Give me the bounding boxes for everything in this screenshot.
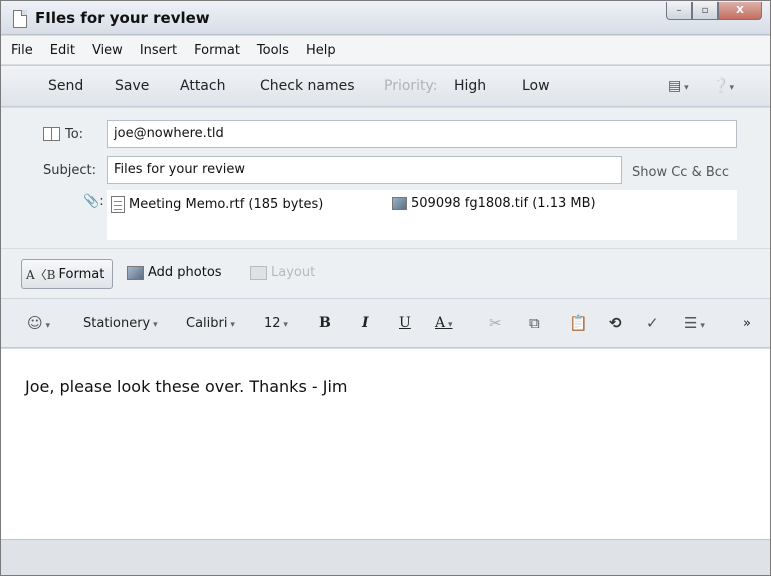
font-color-button[interactable]: A ▾ <box>435 315 453 331</box>
layout-button[interactable]: Layout <box>250 265 315 280</box>
address-book-icon[interactable] <box>43 127 60 141</box>
font-size-dropdown[interactable]: 12 ▾ <box>264 316 288 331</box>
emoticon-icon[interactable]: ☺ ▾ <box>27 314 50 332</box>
font-label: Calibri <box>186 316 228 331</box>
subject-label: Subject: <box>43 163 96 178</box>
help-icon[interactable]: ❔▾ <box>712 78 734 94</box>
document-icon <box>13 10 27 28</box>
undo-icon[interactable]: ⟲ <box>609 314 622 332</box>
attachment-name: 509098 fg1808.tif (1.13 MB) <box>411 196 596 211</box>
menu-tools[interactable]: Tools <box>257 43 289 58</box>
font-color-label: A <box>435 315 446 331</box>
show-cc-bcc-link[interactable]: Show Cc & Bcc <box>632 165 729 180</box>
underline-button[interactable]: U <box>399 315 411 331</box>
bold-button[interactable]: B <box>319 315 331 331</box>
status-bar <box>1 539 770 575</box>
minimize-button[interactable]: – <box>666 2 692 20</box>
to-field[interactable]: joe@nowhere.tld <box>107 120 737 148</box>
attachment-item[interactable]: 509098 fg1808.tif (1.13 MB) <box>392 196 596 211</box>
menu-format[interactable]: Format <box>194 43 240 58</box>
window-controls: – ▫ X <box>666 2 762 20</box>
menu-file[interactable]: File <box>11 43 33 58</box>
compose-window: FIles for your revlew – ▫ X File Edit Vi… <box>0 0 771 576</box>
stationery-label: Stationery <box>83 316 151 331</box>
format-button[interactable]: A〈B Format <box>21 259 113 289</box>
attachment-item[interactable]: Meeting Memo.rtf (185 bytes) <box>111 196 323 213</box>
priority-high-button[interactable]: High <box>454 78 486 94</box>
add-photos-button[interactable]: Add photos <box>127 265 222 280</box>
font-size-label: 12 <box>264 316 281 331</box>
add-photos-label: Add photos <box>148 265 222 280</box>
check-names-button[interactable]: Check names <box>260 78 355 94</box>
more-options-button[interactable]: » <box>743 316 751 331</box>
attachments-area: Meeting Memo.rtf (185 bytes) 509098 fg18… <box>107 190 737 240</box>
priority-label: Priority: <box>384 78 438 94</box>
window-title: FIles for your revlew <box>35 9 210 27</box>
send-button[interactable]: Send <box>48 78 83 94</box>
attachment-name: Meeting Memo.rtf (185 bytes) <box>129 197 324 212</box>
attach-button[interactable]: Attach <box>180 78 225 94</box>
image-icon <box>392 197 407 210</box>
photos-icon <box>127 265 144 280</box>
document-icon <box>111 196 125 213</box>
layout-icon <box>250 265 267 280</box>
font-dropdown[interactable]: Calibri ▾ <box>186 316 235 331</box>
menu-edit[interactable]: Edit <box>50 43 75 58</box>
message-body-area[interactable]: Joe, please look these over. Thanks - Ji… <box>1 349 770 539</box>
to-label: To: <box>65 127 84 142</box>
paperclip-icon: 📎: <box>83 194 104 209</box>
close-button[interactable]: X <box>718 2 762 20</box>
maximize-button[interactable]: ▫ <box>692 2 718 20</box>
message-body-text[interactable]: Joe, please look these over. Thanks - Ji… <box>25 377 347 396</box>
menu-view[interactable]: View <box>92 43 123 58</box>
spelling-icon[interactable]: ✓ <box>646 314 659 332</box>
menu-bar: File Edit View Insert Format Tools Help <box>1 36 770 64</box>
stationery-dropdown[interactable]: Stationery ▾ <box>83 316 158 331</box>
menu-insert[interactable]: Insert <box>140 43 177 58</box>
compose-tools-row: A〈B Format Add photos Layout <box>1 248 770 298</box>
save-button[interactable]: Save <box>115 78 149 94</box>
attachments-label: : <box>99 194 104 209</box>
title-bar: FIles for your revlew – ▫ X <box>1 1 770 35</box>
formatting-toolbar: ☺ ▾ Stationery ▾ Calibri ▾ 12 ▾ B I U A … <box>1 298 770 348</box>
italic-button[interactable]: I <box>362 315 369 331</box>
format-icon: A〈B <box>26 267 56 282</box>
subject-field[interactable]: Files for your review <box>107 156 622 184</box>
list-icon[interactable]: ☰ ▾ <box>684 314 705 332</box>
copy-icon[interactable]: ⧉ <box>529 314 540 332</box>
priority-low-button[interactable]: Low <box>522 78 550 94</box>
paste-icon[interactable]: 📋 <box>569 314 588 332</box>
menu-help[interactable]: Help <box>306 43 336 58</box>
compose-toolbar: Send Save Attach Check names Priority: H… <box>1 65 770 107</box>
format-label: Format <box>58 266 105 282</box>
view-options-icon[interactable]: ▤ ▾ <box>668 78 689 94</box>
cut-icon[interactable]: ✂ <box>489 314 502 332</box>
message-header: To: joe@nowhere.tld Subject: Files for y… <box>1 108 770 248</box>
layout-label: Layout <box>271 265 316 280</box>
